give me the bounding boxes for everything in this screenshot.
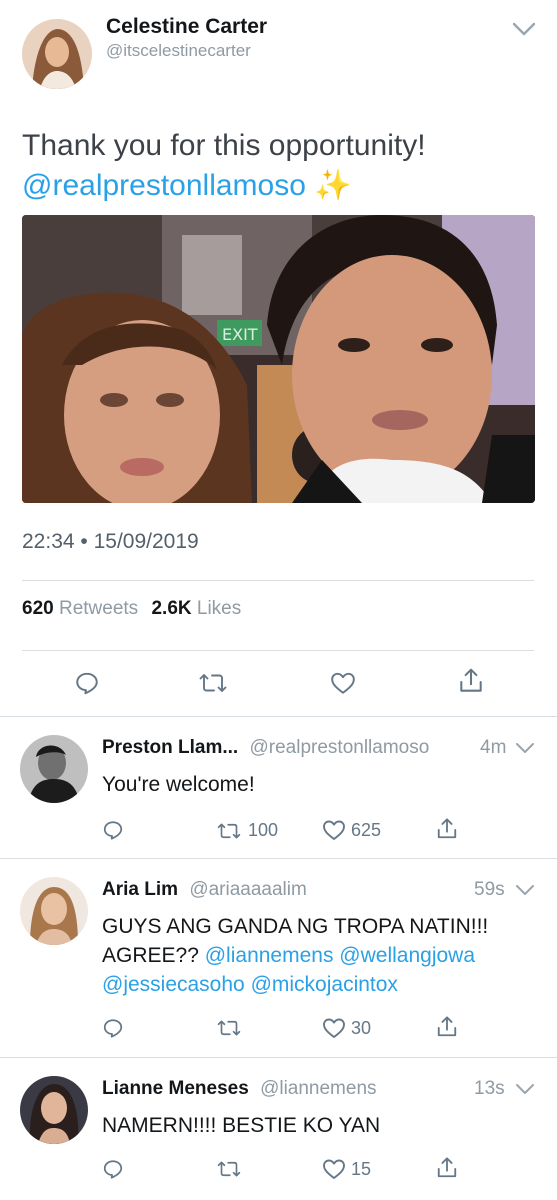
reply-author-handle[interactable]: @ariaaaaalim [189, 879, 307, 900]
reply-icon [103, 1160, 123, 1179]
author-name[interactable]: Celestine Carter [106, 15, 267, 39]
mention-link[interactable]: @jessiecasoho [102, 973, 245, 996]
reply-header: Lianne Meneses @liannemens [102, 1078, 377, 1100]
tweet-stats: 620 Retweets 2.6K Likes [22, 598, 241, 620]
retweet-icon [217, 1020, 241, 1036]
reply-button[interactable] [74, 670, 100, 696]
share-icon [437, 1016, 457, 1037]
tweet-text-line: Thank you for this opportunity! [22, 129, 426, 162]
reply-text: You're welcome! [102, 773, 255, 796]
mention-link[interactable]: @realprestonllamoso [22, 169, 306, 202]
reply-header: Preston Llam... @realprestonllamoso [102, 737, 429, 759]
divider [22, 650, 534, 651]
reply-text-line: GUYS ANG GANDA NG TROPA NATIN!!! [102, 915, 489, 938]
reply-button[interactable] [102, 1158, 124, 1180]
like-count: 625 [351, 819, 382, 840]
like-count: 30 [351, 1017, 372, 1038]
author-handle[interactable]: @itscelestinecarter [106, 41, 251, 61]
reply-time: 13s [474, 1078, 505, 1099]
reply-tweet[interactable]: Preston Llam... @realprestonllamoso 4m Y… [0, 717, 557, 858]
avatar[interactable] [20, 735, 88, 803]
reply-text-segment: AGREE?? [102, 944, 199, 967]
share-icon [460, 668, 482, 692]
chevron-down-icon[interactable] [511, 20, 537, 38]
likes-count[interactable]: 2.6K [151, 598, 191, 619]
avatar[interactable] [20, 1076, 88, 1144]
retweet-icon [199, 674, 227, 692]
chevron-down-icon[interactable] [515, 1082, 535, 1096]
retweet-button[interactable] [198, 671, 228, 695]
retweets-label[interactable]: Retweets [59, 598, 138, 619]
heart-icon [331, 672, 355, 694]
tweet-time: 22:34 [22, 530, 75, 553]
reply-author-handle[interactable]: @realprestonllamoso [249, 737, 429, 758]
share-button[interactable] [436, 1015, 458, 1039]
likes-label[interactable]: Likes [197, 598, 241, 619]
retweet-button[interactable] [216, 1018, 248, 1038]
tweet-actions [0, 666, 557, 702]
tweet-mention-line: @realprestonllamoso ✨ [22, 166, 542, 206]
heart-icon [323, 1159, 345, 1179]
exit-sign-text: EXIT [222, 325, 258, 344]
tweet-date: 15/09/2019 [93, 530, 199, 553]
divider [22, 580, 534, 581]
retweet-icon [217, 823, 241, 838]
chevron-down-icon[interactable] [515, 741, 535, 755]
reply-author-name[interactable]: Aria Lim [102, 879, 178, 900]
reply-button[interactable] [102, 819, 124, 841]
reply-tweet[interactable]: Lianne Meneses @liannemens 13s NAMERN!!!… [0, 1058, 557, 1200]
share-icon [437, 818, 457, 839]
reply-text: GUYS ANG GANDA NG TROPA NATIN!!! AGREE??… [102, 912, 542, 999]
main-tweet: Celestine Carter @itscelestinecarter Tha… [0, 0, 557, 716]
reply-author-name[interactable]: Preston Llam... [102, 737, 238, 758]
share-button[interactable] [436, 1156, 458, 1180]
mention-link[interactable]: @mickojacintox [251, 973, 398, 996]
reply-text-line: AGREE?? @liannemens @wellangjowa [102, 941, 542, 970]
retweets-count[interactable]: 620 [22, 598, 54, 619]
reply-header: Aria Lim @ariaaaaalim [102, 879, 307, 901]
like-button[interactable]: 30 [322, 1017, 371, 1039]
like-button[interactable]: 15 [322, 1158, 371, 1180]
reply-time: 4m [480, 737, 507, 758]
reply-text: NAMERN!!!! BESTIE KO YAN [102, 1114, 381, 1137]
like-button[interactable] [330, 671, 356, 695]
reply-button[interactable] [102, 1017, 124, 1039]
retweet-button[interactable] [216, 1159, 248, 1179]
reply-author-name[interactable]: Lianne Meneses [102, 1078, 249, 1099]
reply-time: 59s [474, 879, 505, 900]
retweet-count: 100 [248, 820, 279, 840]
reply-icon [103, 821, 123, 840]
avatar[interactable] [20, 877, 88, 945]
reply-icon [103, 1019, 123, 1038]
reply-text-line: @jessiecasoho @mickojacintox [102, 970, 542, 999]
mention-link[interactable]: @liannemens [205, 944, 334, 967]
separator-dot: • [80, 530, 94, 553]
share-button[interactable] [436, 817, 458, 841]
chevron-down-icon[interactable] [515, 883, 535, 897]
reply-icon [76, 672, 98, 695]
like-button[interactable]: 625 [322, 819, 381, 841]
reply-author-handle[interactable]: @liannemens [260, 1078, 376, 1099]
sparkles-emoji: ✨ [314, 169, 352, 202]
heart-icon [323, 820, 345, 840]
mention-link[interactable]: @wellangjowa [339, 944, 475, 967]
retweet-button[interactable]: 100 [216, 820, 278, 841]
like-count: 15 [351, 1158, 372, 1179]
retweet-icon [217, 1161, 241, 1177]
tweet-timestamp: 22:34 • 15/09/2019 [22, 530, 199, 554]
author-avatar[interactable] [22, 19, 92, 89]
tweet-text: Thank you for this opportunity! @realpre… [22, 126, 542, 206]
reply-tweet[interactable]: Aria Lim @ariaaaaalim 59s GUYS ANG GANDA… [0, 859, 557, 1057]
tweet-photo[interactable]: EXIT [22, 215, 535, 503]
share-icon [437, 1157, 457, 1178]
share-button[interactable] [458, 667, 484, 695]
heart-icon [323, 1018, 345, 1038]
